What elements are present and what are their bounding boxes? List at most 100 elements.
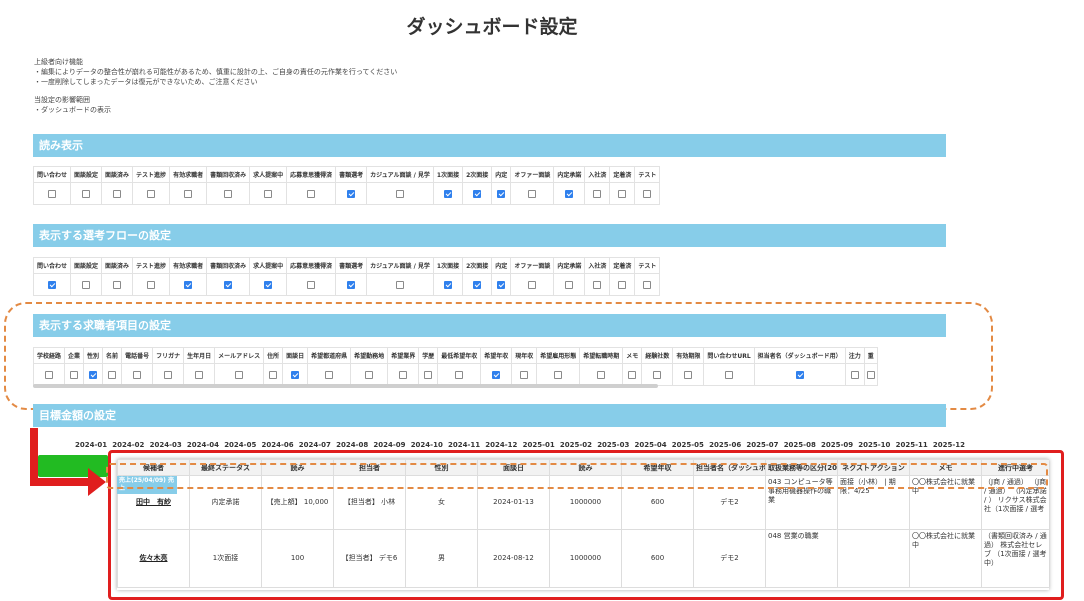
red-arrow-head-icon	[88, 468, 106, 496]
yomi-checkbox[interactable]	[82, 189, 91, 198]
notice-line: ・一度削除してしまったデータは復元ができないため、ご注意ください	[34, 78, 258, 86]
flow-column-header: 1次面接	[432, 257, 464, 274]
candidate-name-link[interactable]: 佐々木亮	[117, 529, 190, 588]
yomi-checkbox-cell	[132, 182, 171, 205]
month-label: 2024-06	[261, 441, 294, 449]
flow-checkbox[interactable]	[184, 280, 193, 289]
yomi-column-header: オファー面談	[510, 166, 555, 183]
yomi-checkbox-cell	[462, 182, 493, 205]
flow-checkbox[interactable]	[347, 280, 356, 289]
yomi-column-header: 面談設定	[70, 166, 103, 183]
flow-checkbox[interactable]	[473, 280, 482, 289]
yomi-checkbox[interactable]	[473, 189, 482, 198]
yomi-checkbox-cell	[510, 182, 555, 205]
scope: 当設定の影響範囲 ・ダッシュボードの表示	[34, 95, 111, 115]
preview-cell-gender: 男	[405, 529, 478, 588]
flow-checkbox[interactable]	[264, 280, 273, 289]
yomi-checkbox-cell	[70, 182, 103, 205]
preview-cell-progress: （書類回収済み / 通過） 株式会社セレブ （1次面接 / 選考中）	[981, 529, 1049, 588]
flow-column-header: 内定	[491, 257, 512, 274]
flow-checkbox-cell	[249, 273, 288, 296]
page-title: ダッシュボード設定	[406, 16, 578, 38]
yomi-checkbox[interactable]	[444, 189, 453, 198]
flow-checkbox[interactable]	[224, 280, 233, 289]
flow-checkbox[interactable]	[618, 280, 627, 289]
yomi-column-header: テスト進捗	[132, 166, 171, 183]
yomi-checkbox[interactable]	[224, 189, 233, 198]
yomi-checkbox[interactable]	[643, 189, 652, 198]
month-label: 2025-06	[709, 441, 742, 449]
flow-checkbox[interactable]	[497, 280, 506, 289]
flow-column-header: オファー面談	[510, 257, 555, 274]
preview-cell-status: 1次面接	[189, 529, 262, 588]
flow-checkbox[interactable]	[113, 280, 122, 289]
month-label: 2024-02	[112, 441, 145, 449]
month-label: 2024-11	[448, 441, 481, 449]
flow-checkbox[interactable]	[147, 280, 156, 289]
flow-checkbox-cell	[609, 273, 636, 296]
yomi-checkbox[interactable]	[565, 189, 574, 198]
flow-checkbox[interactable]	[82, 280, 91, 289]
notice: 上級者向け機能 ・編集によりデータの整合性が崩れる可能性があるため、慎重に設計の…	[34, 57, 397, 87]
month-label: 2025-11	[895, 441, 928, 449]
flow-checkbox[interactable]	[396, 280, 405, 289]
flow-checkbox[interactable]	[48, 280, 56, 289]
yomi-checkbox[interactable]	[618, 189, 627, 198]
preview-cell-owner: 【担当者】 デモ6	[333, 529, 406, 588]
yomi-checkbox[interactable]	[147, 189, 156, 198]
month-label: 2024-08	[336, 441, 369, 449]
flow-checkbox-cell	[491, 273, 512, 296]
yomi-checkbox-cell	[491, 182, 512, 205]
flow-checkbox[interactable]	[528, 280, 537, 289]
yomi-checkbox-table: 問い合わせ 面談設定 面談済み テスト進捗 有効求職者 書類回収済み 求人提案中 応募意思獲得…	[32, 166, 661, 205]
flow-checkbox-cell	[101, 273, 134, 296]
yomi-checkbox[interactable]	[184, 189, 193, 198]
month-label: 2025-09	[821, 441, 854, 449]
highlight-dashed-header-frame	[106, 463, 1048, 489]
flow-checkbox[interactable]	[643, 280, 652, 289]
scope-heading: 当設定の影響範囲	[34, 96, 90, 104]
yomi-checkbox[interactable]	[264, 189, 273, 198]
flow-checkbox-cell	[132, 273, 171, 296]
month-label: 2025-04	[634, 441, 667, 449]
flow-checkbox[interactable]	[565, 280, 574, 289]
yomi-checkbox[interactable]	[497, 189, 506, 198]
flow-column-header: 問い合わせ	[32, 257, 72, 274]
yomi-checkbox-cell	[584, 182, 611, 205]
month-label: 2025-03	[597, 441, 630, 449]
flow-checkbox[interactable]	[307, 280, 316, 289]
flow-checkbox-table: 問い合わせ 面談設定 面談済み テスト進捗 有効求職者 書類回収済み 求人提案中 応募意思獲得…	[32, 257, 661, 296]
month-label: 2025-12	[932, 441, 966, 449]
yomi-checkbox[interactable]	[347, 189, 356, 198]
yomi-checkbox[interactable]	[307, 189, 316, 198]
flow-column-header: 面談済み	[101, 257, 134, 274]
month-label: 2025-02	[559, 441, 593, 449]
section-header-target: 目標金額の設定	[33, 404, 946, 427]
flow-checkbox-cell	[70, 273, 103, 296]
preview-table-row: 佐々木亮 1次面接 100 【担当者】 デモ6 男 2024-08-12 1000000 60…	[117, 529, 1049, 588]
month-label: 2024-01	[75, 441, 108, 449]
section-header-flow: 表示する選考フローの設定	[33, 224, 946, 247]
flow-column-header: 2次面接	[462, 257, 493, 274]
month-label: 2024-12	[485, 441, 518, 449]
yomi-column-header: テスト	[634, 166, 661, 183]
yomi-checkbox[interactable]	[593, 189, 602, 198]
preview-cell-category: 048 営業の職業	[765, 529, 838, 588]
month-label: 2025-01	[522, 441, 555, 449]
flow-column-header: カジュアル面談 / 見学	[366, 257, 434, 274]
flow-checkbox[interactable]	[444, 280, 453, 289]
yomi-checkbox-cell	[169, 182, 208, 205]
yomi-checkbox[interactable]	[113, 189, 122, 198]
yomi-column-header: 定着済	[609, 166, 636, 183]
flow-column-header: 応募意思獲得済	[286, 257, 337, 274]
flow-column-header: 定着済	[609, 257, 636, 274]
flow-checkbox-cell	[510, 273, 555, 296]
flow-checkbox-cell	[206, 273, 251, 296]
flow-column-header: テスト	[634, 257, 661, 274]
flow-checkbox-cell	[366, 273, 434, 296]
yomi-checkbox[interactable]	[48, 189, 56, 198]
highlight-dashed-frame	[4, 302, 993, 410]
flow-checkbox[interactable]	[593, 280, 602, 289]
yomi-checkbox[interactable]	[528, 189, 537, 198]
yomi-checkbox[interactable]	[396, 189, 405, 198]
